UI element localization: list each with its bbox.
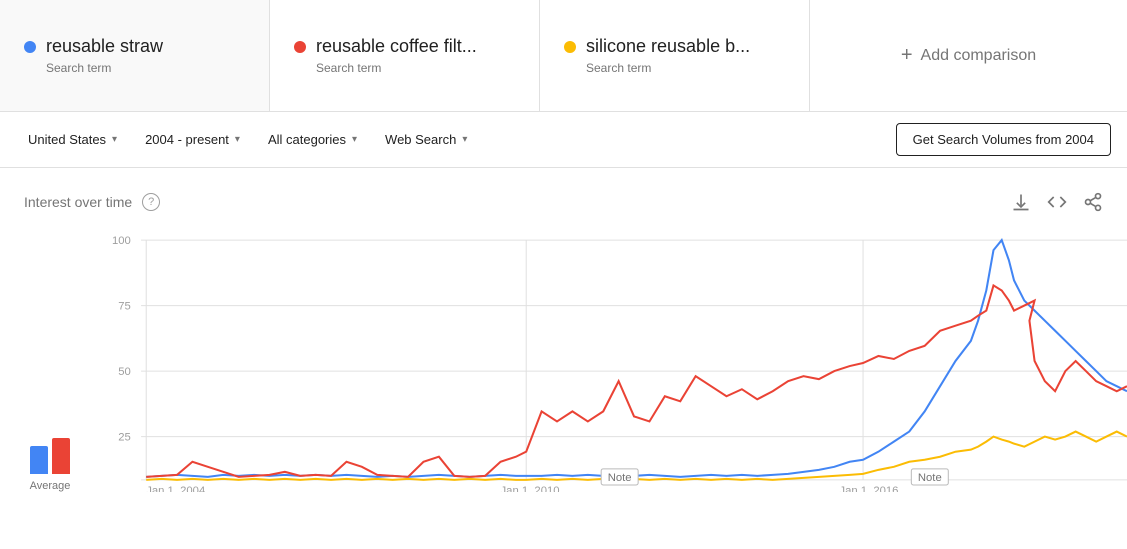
search-type-filter[interactable]: Web Search ▾ — [373, 124, 479, 155]
help-icon[interactable]: ? — [142, 193, 160, 211]
search-term-name-2: reusable coffee filt... — [294, 36, 515, 57]
avg-bar-red — [52, 438, 70, 474]
svg-text:100: 100 — [112, 235, 131, 247]
category-chevron: ▾ — [352, 134, 357, 145]
term3-type: Search term — [586, 61, 785, 75]
svg-text:Note: Note — [918, 472, 942, 484]
chart-actions — [1011, 192, 1103, 212]
get-volumes-button[interactable]: Get Search Volumes from 2004 — [896, 123, 1111, 156]
chart-title: Interest over time — [24, 194, 132, 210]
average-section: Average — [0, 424, 100, 520]
svg-text:Jan 1, 2010: Jan 1, 2010 — [501, 485, 560, 492]
red-trend-line — [146, 285, 1127, 476]
chart-container: Average 100 75 50 25 Jan 1, 2004 Jan 1, … — [0, 220, 1127, 520]
search-type-chevron: ▾ — [462, 134, 467, 145]
svg-text:Jan 1, 2004: Jan 1, 2004 — [146, 485, 205, 492]
svg-text:25: 25 — [118, 432, 131, 444]
blue-trend-line — [146, 240, 1127, 477]
location-label: United States — [28, 132, 106, 147]
search-term-name-3: silicone reusable b... — [564, 36, 785, 57]
chart-title-group: Interest over time ? — [24, 193, 160, 211]
period-label: 2004 - present — [145, 132, 229, 147]
average-label: Average — [30, 480, 71, 492]
category-filter[interactable]: All categories ▾ — [256, 124, 369, 155]
term1-dot — [24, 41, 36, 53]
embed-button[interactable] — [1047, 192, 1067, 212]
location-filter[interactable]: United States ▾ — [16, 124, 129, 155]
term3-label: silicone reusable b... — [586, 36, 750, 57]
chart-section: Interest over time ? — [0, 168, 1127, 520]
term2-type: Search term — [316, 61, 515, 75]
filter-bar: United States ▾ 2004 - present ▾ All cat… — [0, 112, 1127, 168]
term1-type: Search term — [46, 61, 245, 75]
download-icon — [1011, 192, 1031, 212]
avg-bar-blue — [30, 446, 48, 474]
svg-text:Note: Note — [608, 472, 632, 484]
share-button[interactable] — [1083, 192, 1103, 212]
plus-icon: + — [901, 44, 913, 67]
search-type-label: Web Search — [385, 132, 456, 147]
average-bars — [30, 424, 70, 474]
help-icon-label: ? — [148, 196, 154, 208]
add-comparison-label: Add comparison — [921, 47, 1037, 65]
category-label: All categories — [268, 132, 346, 147]
term2-dot — [294, 41, 306, 53]
term3-dot — [564, 41, 576, 53]
svg-text:50: 50 — [118, 366, 131, 378]
search-term-item-3[interactable]: silicone reusable b... Search term — [540, 0, 810, 111]
period-chevron: ▾ — [235, 134, 240, 145]
term2-label: reusable coffee filt... — [316, 36, 477, 57]
search-terms-bar: reusable straw Search term reusable coff… — [0, 0, 1127, 112]
download-button[interactable] — [1011, 192, 1031, 212]
get-volumes-label: Get Search Volumes from 2004 — [913, 132, 1094, 147]
search-term-item-2[interactable]: reusable coffee filt... Search term — [270, 0, 540, 111]
search-term-item-1[interactable]: reusable straw Search term — [0, 0, 270, 111]
trend-chart: 100 75 50 25 Jan 1, 2004 Jan 1, 2010 Jan… — [100, 230, 1127, 492]
location-chevron: ▾ — [112, 134, 117, 145]
embed-icon — [1047, 192, 1067, 212]
term1-label: reusable straw — [46, 36, 163, 57]
period-filter[interactable]: 2004 - present ▾ — [133, 124, 252, 155]
chart-header: Interest over time ? — [0, 184, 1127, 220]
svg-text:Jan 1, 2016: Jan 1, 2016 — [839, 485, 898, 492]
search-term-name-1: reusable straw — [24, 36, 245, 57]
svg-text:75: 75 — [118, 301, 131, 313]
share-icon — [1083, 192, 1103, 212]
add-comparison-btn[interactable]: + Add comparison — [810, 0, 1127, 111]
